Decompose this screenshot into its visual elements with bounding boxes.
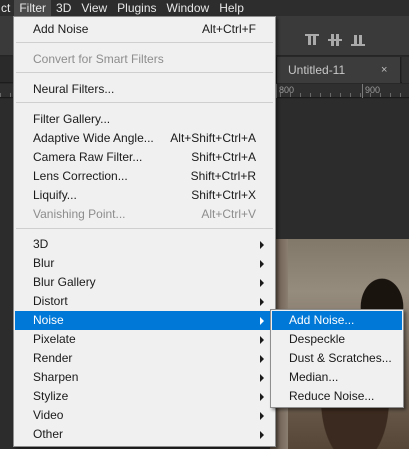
submenu-arrow-icon: [260, 298, 264, 306]
menu-item-label: Sharpen: [33, 370, 79, 384]
menu-separator: [16, 102, 273, 103]
submenu-item-reduce-noise[interactable]: Reduce Noise...: [272, 387, 402, 406]
menu-item-label: Blur Gallery: [33, 275, 96, 289]
menu-item-label: Lens Correction...: [33, 169, 128, 183]
menu-item-shortcut: Alt+Shift+Ctrl+A: [170, 131, 256, 145]
submenu-arrow-icon: [260, 393, 264, 401]
menu-item-neural-filters[interactable]: Neural Filters...: [15, 80, 274, 99]
submenu-blur[interactable]: Blur: [15, 254, 274, 273]
ruler-label: 900: [365, 85, 381, 95]
menu-item-label: Neural Filters...: [33, 82, 115, 96]
menu-item-label: Add Noise...: [289, 313, 355, 327]
menu-item-label: Camera Raw Filter...: [33, 150, 143, 164]
menu-item-label: Convert for Smart Filters: [33, 52, 164, 66]
ruler-label: 800: [279, 85, 295, 95]
submenu-blur-gallery[interactable]: Blur Gallery: [15, 273, 274, 292]
menu-item-label: Filter Gallery...: [33, 112, 111, 126]
close-icon[interactable]: ×: [381, 57, 387, 83]
menu-item-label: Distort: [33, 294, 68, 308]
menu-separator: [16, 228, 273, 229]
submenu-item-add-noise[interactable]: Add Noise...: [272, 311, 402, 330]
menu-separator: [16, 72, 273, 73]
submenu-other[interactable]: Other: [15, 425, 274, 444]
menu-item-label: Vanishing Point...: [33, 207, 126, 221]
menu-item-shortcut: Alt+Ctrl+F: [201, 22, 256, 36]
submenu-arrow-icon: [260, 412, 264, 420]
menu-item-vanishing-point: Vanishing Point... Alt+Ctrl+V: [15, 205, 274, 224]
ruler-major-tick: [362, 84, 363, 98]
menu-item-camera-raw-filter[interactable]: Camera Raw Filter... Shift+Ctrl+A: [15, 148, 274, 167]
document-tab[interactable]: Untitled-11 ×: [276, 57, 401, 83]
menu-plugins[interactable]: Plugins: [112, 0, 161, 16]
menu-item-label: 3D: [33, 237, 49, 251]
menu-item-lens-correction[interactable]: Lens Correction... Shift+Ctrl+R: [15, 167, 274, 186]
menu-item-shortcut: Shift+Ctrl+X: [191, 188, 256, 202]
submenu-noise[interactable]: Noise: [15, 311, 274, 330]
menu-item-label: Pixelate: [33, 332, 76, 346]
submenu-item-median[interactable]: Median...: [272, 368, 402, 387]
menu-item-shortcut: Shift+Ctrl+A: [191, 150, 256, 164]
submenu-sharpen[interactable]: Sharpen: [15, 368, 274, 387]
menu-item-label: Reduce Noise...: [289, 389, 375, 403]
menu-item-shortcut: Shift+Ctrl+R: [190, 169, 256, 183]
menu-bar: ct Filter 3D View Plugins Window Help: [0, 0, 409, 16]
filter-menu: Add Noise Alt+Ctrl+F Convert for Smart F…: [13, 16, 276, 447]
submenu-item-despeckle[interactable]: Despeckle: [272, 330, 402, 349]
submenu-arrow-icon: [260, 336, 264, 344]
submenu-pixelate[interactable]: Pixelate: [15, 330, 274, 349]
submenu-arrow-icon: [260, 431, 264, 439]
menu-item-label: Other: [33, 427, 64, 441]
align-top-edges-icon[interactable]: [305, 33, 319, 47]
document-tab-title: Untitled-11: [288, 63, 346, 77]
menu-item-adaptive-wide-angle[interactable]: Adaptive Wide Angle... Alt+Shift+Ctrl+A: [15, 129, 274, 148]
menu-item-label: Liquify...: [33, 188, 77, 202]
menu-item-shortcut: Alt+Ctrl+V: [201, 207, 256, 221]
menu-window[interactable]: Window: [162, 0, 215, 16]
submenu-arrow-icon: [260, 260, 264, 268]
submenu-item-dust-scratches[interactable]: Dust & Scratches...: [272, 349, 402, 368]
menu-view[interactable]: View: [76, 0, 112, 16]
menu-filter[interactable]: Filter: [14, 0, 52, 16]
menu-item-label: Adaptive Wide Angle...: [33, 131, 154, 145]
align-bottom-edges-icon[interactable]: [351, 33, 365, 47]
menu-item-label: Despeckle: [289, 332, 346, 346]
submenu-arrow-icon: [260, 241, 264, 249]
menu-item-label: Render: [33, 351, 73, 365]
menu-item-label: Stylize: [33, 389, 69, 403]
menu-item-label: Dust & Scratches...: [289, 351, 392, 365]
menu-separator: [16, 42, 273, 43]
menu-item-label: Median...: [289, 370, 339, 384]
submenu-arrow-icon: [260, 355, 264, 363]
submenu-distort[interactable]: Distort: [15, 292, 274, 311]
ruler-major-tick: [276, 84, 277, 98]
submenu-3d[interactable]: 3D: [15, 235, 274, 254]
menu-3d[interactable]: 3D: [51, 0, 76, 16]
submenu-arrow-icon: [260, 374, 264, 382]
submenu-arrow-icon: [260, 279, 264, 287]
menu-item-label: Add Noise: [33, 22, 89, 36]
menu-item-last-filter[interactable]: Add Noise Alt+Ctrl+F: [15, 20, 274, 39]
submenu-video[interactable]: Video: [15, 406, 274, 425]
menu-edit-partial[interactable]: ct: [0, 0, 10, 16]
align-vertical-centers-icon[interactable]: [328, 33, 342, 47]
noise-submenu: Add Noise... Despeckle Dust & Scratches.…: [270, 309, 404, 408]
align-icons-group: [305, 33, 365, 47]
submenu-arrow-icon: [260, 317, 264, 325]
menu-item-filter-gallery[interactable]: Filter Gallery...: [15, 110, 274, 129]
menu-item-label: Noise: [33, 313, 64, 327]
menu-item-convert-smart-filters: Convert for Smart Filters: [15, 50, 274, 69]
menu-item-liquify[interactable]: Liquify... Shift+Ctrl+X: [15, 186, 274, 205]
submenu-render[interactable]: Render: [15, 349, 274, 368]
menu-help[interactable]: Help: [214, 0, 249, 16]
document-tab-next[interactable]: [402, 57, 409, 83]
menu-item-label: Video: [33, 408, 64, 422]
submenu-stylize[interactable]: Stylize: [15, 387, 274, 406]
menu-item-label: Blur: [33, 256, 55, 270]
